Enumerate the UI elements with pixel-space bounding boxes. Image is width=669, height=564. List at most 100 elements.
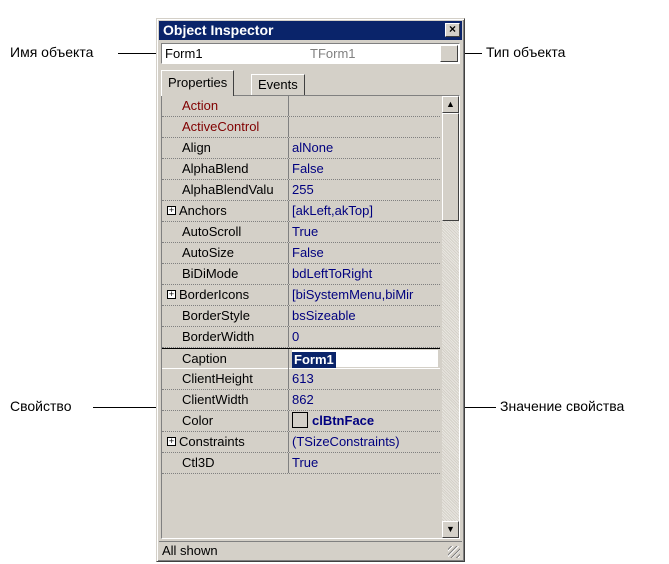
property-name-cell: AutoSize — [162, 243, 289, 263]
property-value: 613 — [292, 371, 314, 386]
property-name: Color — [182, 413, 214, 428]
property-value: 862 — [292, 392, 314, 407]
property-name: ActiveControl — [182, 119, 260, 134]
property-value-cell[interactable]: [akLeft,akTop] — [292, 201, 438, 221]
property-name-cell: + Anchors — [162, 201, 289, 221]
property-value: [akLeft,akTop] — [292, 203, 373, 218]
property-name: BorderStyle — [182, 308, 250, 323]
property-row-caption[interactable]: Caption Form1 — [162, 348, 440, 369]
property-row-bordericons[interactable]: + BorderIcons [biSystemMenu,biMir — [162, 285, 440, 306]
property-name: AlphaBlend — [182, 161, 249, 176]
expand-icon[interactable]: + — [167, 206, 176, 215]
property-name: Align — [182, 140, 211, 155]
property-value: [biSystemMenu,biMir — [292, 287, 414, 302]
property-value-cell[interactable]: alNone — [292, 138, 438, 158]
scroll-thumb[interactable] — [442, 113, 459, 221]
property-row-alphablendvalue[interactable]: AlphaBlendValu 255 — [162, 180, 440, 201]
property-value: True — [292, 224, 319, 239]
property-row-clientheight[interactable]: ClientHeight 613 — [162, 369, 440, 390]
object-type: TForm1 — [310, 46, 356, 61]
property-name: BiDiMode — [182, 266, 239, 281]
object-inspector-window: Object Inspector × Form1 TForm1 Properti… — [156, 18, 465, 562]
property-value: False — [292, 161, 324, 176]
property-name-cell: Align — [162, 138, 289, 158]
tab-properties[interactable]: Properties — [161, 70, 235, 96]
property-name-cell: BiDiMode — [162, 264, 289, 284]
property-row-autoscroll[interactable]: AutoScroll True — [162, 222, 440, 243]
property-value-cell[interactable]: 255 — [292, 180, 438, 200]
property-name: BorderIcons — [179, 287, 250, 302]
property-name-cell: + Constraints — [162, 432, 289, 452]
property-name: AutoSize — [182, 245, 235, 260]
property-row-borderstyle[interactable]: BorderStyle bsSizeable — [162, 306, 440, 327]
object-name: Form1 — [165, 46, 203, 61]
status-bar: All shown — [159, 541, 462, 559]
property-name: Anchors — [179, 203, 227, 218]
property-value-cell[interactable]: True — [292, 222, 438, 242]
property-value-editor[interactable]: Form1 — [292, 349, 438, 369]
arrow-up-icon: ▲ — [446, 99, 455, 109]
property-value-cell[interactable]: 862 — [292, 390, 438, 410]
property-name-cell: Color — [162, 411, 289, 431]
property-row-autosize[interactable]: AutoSize False — [162, 243, 440, 264]
property-grid: Action ActiveControl Align alNone AlphaB… — [161, 95, 460, 539]
property-value: alNone — [292, 140, 334, 155]
property-value: Form1 — [292, 352, 336, 368]
tab-properties-label: Properties — [168, 75, 228, 90]
property-row-anchors[interactable]: + Anchors [akLeft,akTop] — [162, 201, 440, 222]
property-name-cell: AlphaBlendValu — [162, 180, 289, 200]
close-button[interactable]: × — [445, 23, 460, 37]
property-row-constraints[interactable]: + Constraints (TSizeConstraints) — [162, 432, 440, 453]
color-swatch-icon — [292, 412, 308, 428]
property-value-cell[interactable] — [292, 117, 438, 137]
property-row-borderwidth[interactable]: BorderWidth 0 — [162, 327, 440, 348]
property-row-activecontrol[interactable]: ActiveControl — [162, 117, 440, 138]
annotation-object-name: Имя объекта — [10, 44, 94, 60]
property-value-cell[interactable] — [292, 96, 438, 116]
property-row-color[interactable]: Color clBtnFace — [162, 411, 440, 432]
status-text: All shown — [162, 543, 218, 558]
property-name-cell: BorderStyle — [162, 306, 289, 326]
property-name-cell: Caption — [162, 349, 289, 369]
property-name-cell: ClientHeight — [162, 369, 289, 389]
property-value-cell[interactable]: 613 — [292, 369, 438, 389]
property-name: AutoScroll — [182, 224, 242, 239]
property-value-cell[interactable]: False — [292, 159, 438, 179]
expand-icon[interactable]: + — [167, 290, 176, 299]
property-row-action[interactable]: Action — [162, 96, 440, 117]
property-row-alphablend[interactable]: AlphaBlend False — [162, 159, 440, 180]
property-row-ctl3d[interactable]: Ctl3D True — [162, 453, 440, 474]
property-name: BorderWidth — [182, 329, 255, 344]
property-row-clientwidth[interactable]: ClientWidth 862 — [162, 390, 440, 411]
arrow-down-icon: ▼ — [446, 524, 455, 534]
property-name-cell: BorderWidth — [162, 327, 289, 347]
caption-edit-box[interactable]: Form1 — [292, 350, 438, 368]
property-value-cell[interactable]: clBtnFace — [292, 411, 438, 431]
property-name-cell: AlphaBlend — [162, 159, 289, 179]
property-value-cell[interactable]: 0 — [292, 327, 438, 347]
property-name: Ctl3D — [182, 455, 215, 470]
vertical-scrollbar[interactable]: ▲ ▼ — [442, 96, 459, 538]
property-value: bsSizeable — [292, 308, 356, 323]
scroll-up-button[interactable]: ▲ — [442, 96, 459, 113]
property-row-bidimode[interactable]: BiDiMode bdLeftToRight — [162, 264, 440, 285]
property-row-align[interactable]: Align alNone — [162, 138, 440, 159]
window-title: Object Inspector — [163, 22, 274, 38]
property-name-cell: Ctl3D — [162, 453, 289, 473]
property-value-cell[interactable]: (TSizeConstraints) — [292, 432, 438, 452]
property-name-cell: AutoScroll — [162, 222, 289, 242]
object-selector[interactable]: Form1 TForm1 — [161, 43, 460, 64]
property-name: ClientHeight — [182, 371, 253, 386]
property-value-cell[interactable]: [biSystemMenu,biMir — [292, 285, 438, 305]
tab-events[interactable]: Events — [251, 74, 305, 95]
property-value-cell[interactable]: False — [292, 243, 438, 263]
dropdown-button[interactable] — [440, 45, 458, 62]
property-value-cell[interactable]: bsSizeable — [292, 306, 438, 326]
resize-grip-icon[interactable] — [448, 546, 460, 558]
property-value-cell[interactable]: bdLeftToRight — [292, 264, 438, 284]
scroll-down-button[interactable]: ▼ — [442, 521, 459, 538]
expand-icon[interactable]: + — [167, 437, 176, 446]
tab-strip: Properties Events — [161, 70, 460, 96]
close-icon: × — [448, 22, 456, 36]
property-value-cell[interactable]: True — [292, 453, 438, 473]
